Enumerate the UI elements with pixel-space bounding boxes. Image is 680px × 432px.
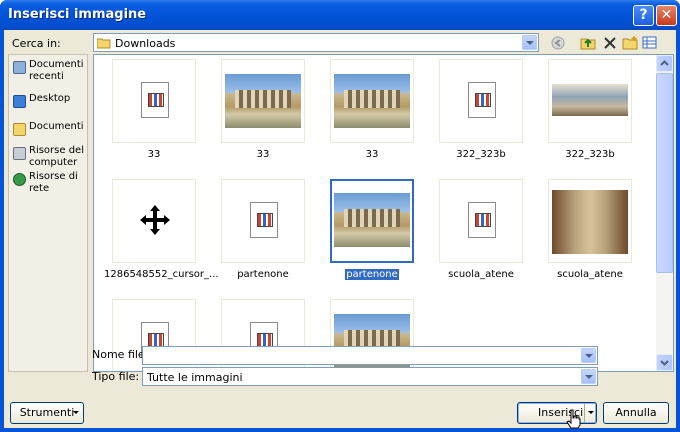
new-folder-icon[interactable]: [622, 35, 638, 51]
my-documents-icon: [13, 123, 26, 136]
place-label: Documenti recenti: [29, 59, 84, 82]
file-item[interactable]: 322_323b: [540, 55, 640, 165]
cancel-label: Annulla: [615, 406, 657, 419]
file-thumbnail: [330, 59, 414, 143]
back-icon[interactable]: [550, 35, 566, 51]
chevron-up-icon: [660, 60, 669, 66]
selected-file-name: partenone: [345, 269, 399, 280]
hand-cursor-icon: [566, 409, 581, 429]
file-name: 33: [365, 149, 379, 160]
move-cursor-icon: [140, 205, 170, 235]
place-label: Documenti: [29, 121, 84, 132]
file-thumbnail: [330, 179, 414, 263]
chevron-down-icon: [73, 411, 79, 414]
file-item[interactable]: scuola_atene: [431, 175, 531, 285]
delete-icon[interactable]: [602, 35, 618, 51]
file-thumbnail: [439, 179, 523, 263]
file-name: partenone: [322, 269, 422, 280]
cancel-button[interactable]: Annulla: [603, 402, 669, 424]
place-label: Risorse di rete: [29, 171, 78, 194]
help-button[interactable]: ?: [633, 5, 654, 26]
dialog-window: Inserisci immagine ? ✕ Cerca in: Downloa…: [0, 0, 680, 432]
parthenon-photo: [334, 193, 410, 247]
chevron-down-icon: [660, 360, 669, 366]
file-item[interactable]: scuola_atene: [540, 175, 640, 285]
file-item[interactable]: 1286548552_cursor_...: [104, 175, 219, 285]
vertical-scrollbar[interactable]: [656, 55, 673, 371]
tools-label: Strumenti: [19, 406, 75, 419]
file-item[interactable]: partenone: [213, 175, 313, 285]
views-menu-icon[interactable]: [642, 35, 658, 51]
lookin-value: Downloads: [115, 37, 176, 50]
window-frame-right: [676, 30, 680, 432]
recent-documents-icon: [13, 61, 26, 74]
fresco-photo: [552, 84, 628, 116]
file-name: 1286548552_cursor_...: [104, 269, 219, 280]
file-name: 33: [147, 149, 161, 160]
lookin-select[interactable]: Downloads: [93, 33, 539, 52]
file-thumbnail: [439, 59, 523, 143]
filetype-label: Tipo file:: [92, 370, 140, 383]
up-folder-icon[interactable]: [580, 35, 596, 51]
file-name: 33: [256, 149, 270, 160]
file-name: 322_323b: [456, 149, 506, 160]
dialog-title: Inserisci immagine: [8, 7, 147, 22]
dialog-body: Cerca in: Downloads Documenti recenti De…: [4, 30, 676, 428]
file-thumbnail: [548, 179, 632, 263]
lookin-label: Cerca in:: [12, 37, 61, 50]
places-bar: Documenti recenti Desktop Documenti Riso…: [8, 54, 88, 372]
desktop-icon: [13, 95, 26, 108]
my-computer-icon: [13, 147, 26, 160]
scroll-thumb[interactable]: [656, 73, 673, 273]
image-file-icon: [468, 202, 496, 238]
file-item[interactable]: 33: [213, 55, 313, 165]
file-thumbnail: [221, 179, 305, 263]
image-file-icon: [250, 202, 278, 238]
chevron-down-icon[interactable]: [522, 35, 537, 50]
file-item[interactable]: 322_323b: [431, 55, 531, 165]
tools-button[interactable]: Strumenti: [10, 402, 84, 424]
chevron-down-icon[interactable]: [581, 369, 596, 384]
file-thumbnail: [112, 59, 196, 143]
filetype-select[interactable]: Tutte le immagini: [142, 367, 598, 386]
file-item-selected[interactable]: partenone: [322, 175, 422, 285]
file-name: scuola_atene: [557, 269, 623, 280]
file-item[interactable]: 33: [104, 55, 204, 165]
image-file-icon: [141, 82, 169, 118]
folder-icon: [97, 38, 111, 49]
filetype-value: Tutte le immagini: [147, 371, 243, 384]
file-thumbnail: [548, 59, 632, 143]
parthenon-photo: [225, 74, 301, 128]
filename-label: Nome file:: [92, 348, 149, 361]
file-thumbnail: [112, 179, 196, 263]
filename-input[interactable]: [142, 346, 598, 365]
file-thumbnail: [221, 59, 305, 143]
file-name: 322_323b: [565, 149, 615, 160]
parthenon-photo: [334, 74, 410, 128]
insert-options-dropdown[interactable]: [584, 403, 596, 423]
file-name: scuola_atene: [448, 269, 514, 280]
file-list[interactable]: 33 33 33 322_323b 322_323b 1286548552_cu…: [93, 54, 674, 372]
file-item[interactable]: 33: [322, 55, 422, 165]
chevron-down-icon[interactable]: [581, 348, 596, 363]
file-name: partenone: [237, 269, 289, 280]
close-button[interactable]: ✕: [656, 5, 677, 26]
fresco-photo: [552, 190, 628, 254]
insert-button[interactable]: Inserisci: [517, 402, 597, 424]
network-places-icon: [13, 173, 26, 186]
place-label: Risorse del computer: [29, 145, 84, 168]
scroll-down-button[interactable]: [656, 354, 673, 371]
scroll-up-button[interactable]: [656, 55, 673, 72]
image-file-icon: [468, 82, 496, 118]
place-label: Desktop: [29, 93, 71, 104]
title-bar[interactable]: Inserisci immagine ? ✕: [0, 0, 680, 30]
